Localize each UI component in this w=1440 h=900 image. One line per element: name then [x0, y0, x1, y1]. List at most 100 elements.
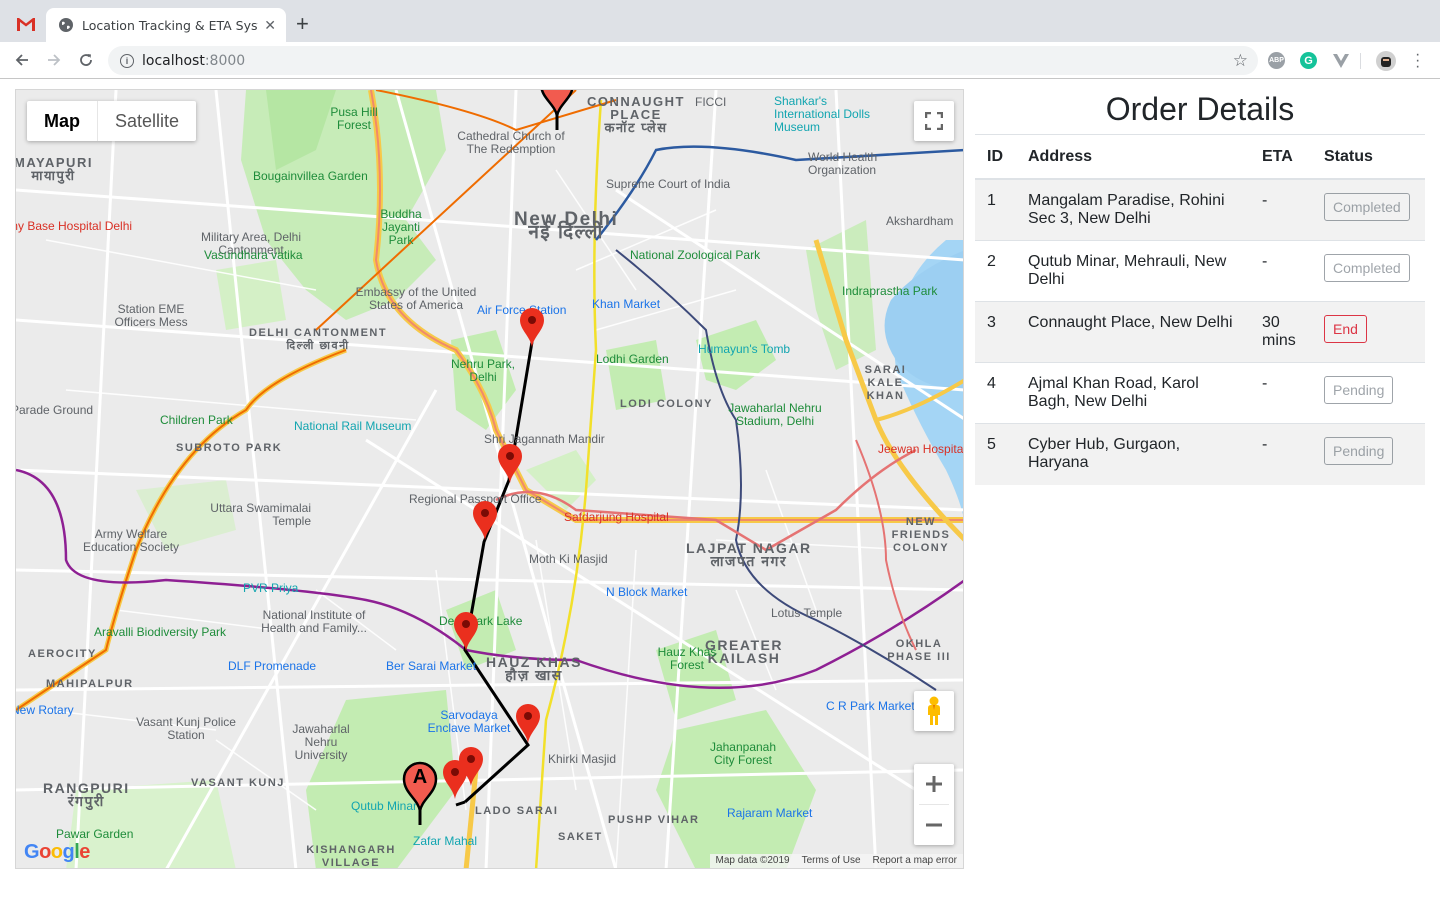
order-id: 1: [975, 178, 1016, 241]
route-waypoint-marker[interactable]: [496, 442, 524, 484]
map-type-map-button[interactable]: Map: [27, 101, 97, 141]
route-waypoint-marker[interactable]: [441, 758, 469, 800]
zoom-control: [914, 764, 954, 845]
browser-toolbar: i localhost:8000 ☆ ABP G · · ·: [0, 42, 1440, 79]
reload-icon: [80, 54, 92, 66]
order-eta: 30 mins: [1250, 301, 1312, 363]
status-pending-button[interactable]: Pending: [1324, 376, 1394, 404]
order-eta: -: [1250, 362, 1312, 424]
new-tab-button[interactable]: +: [296, 11, 309, 37]
zoom-out-button[interactable]: [914, 805, 954, 845]
map-label-supreme-court: Supreme Court of India: [606, 177, 731, 191]
map-label-uttara-swamimalai: Uttara Swamimalai Temple: [210, 501, 311, 528]
order-details-title: Order Details: [975, 89, 1425, 135]
close-tab-icon[interactable]: ✕: [264, 17, 276, 34]
map-label-lado-sarai: LADO SARAI: [475, 805, 559, 817]
terms-of-use-link[interactable]: Terms of Use: [796, 854, 867, 868]
arrow-right-icon: [48, 54, 61, 66]
map-label-lodi-colony: LODI COLONY: [620, 398, 713, 410]
map-label-buddha-jayanti: Buddha Jayanti Park: [380, 207, 422, 247]
map-label-station-eme: Station EME Officers Mess: [114, 302, 188, 329]
map-label-zoo: National Zoological Park: [630, 248, 761, 262]
map-label-aerocity: AEROCITY: [28, 648, 97, 660]
map-label-khan-market: Khan Market: [592, 297, 661, 311]
map-label-sarai-kale-khan: SARAI KALE KHAN: [864, 364, 907, 402]
order-details-panel: Order Details ID Address ETA Status 1 Ma…: [975, 89, 1425, 485]
back-button[interactable]: [12, 50, 32, 70]
order-address: Mangalam Paradise, Rohini Sec 3, New Del…: [1016, 178, 1250, 241]
gmail-tab-icon[interactable]: [14, 14, 38, 34]
globe-icon: [59, 18, 73, 32]
map-tiles: [16, 90, 963, 868]
browser-tab-active[interactable]: Location Tracking & ETA System ✕: [46, 8, 286, 42]
grammarly-icon[interactable]: G: [1300, 52, 1317, 69]
map-label-delhi-cantonment: DELHI CANTONMENT दिल्ली छावनी: [249, 327, 388, 352]
order-address: Qutub Minar, Mehrauli, New Delhi: [1016, 240, 1250, 302]
end-trip-button[interactable]: End: [1324, 315, 1367, 343]
order-id: 3: [975, 301, 1016, 363]
order-id: 2: [975, 240, 1016, 302]
map-label-lajpat-nagar: LAJPAT NAGAR लाजपत नगर: [686, 540, 812, 569]
map-label-nehru-park: Nehru Park, Delhi: [450, 357, 516, 384]
order-eta: -: [1250, 423, 1312, 485]
map-attribution: Map data ©2019 Terms of Use Report a map…: [709, 854, 963, 868]
map-label-vasant-kunj: VASANT KUNJ: [191, 777, 285, 789]
url-port: :8000: [204, 52, 246, 69]
column-header-address: Address: [1016, 135, 1250, 180]
order-id: 5: [975, 423, 1016, 485]
map-label-mahipalpur: MAHIPALPUR: [46, 678, 134, 690]
street-view-pegman[interactable]: [914, 691, 954, 731]
route-waypoint-marker[interactable]: [514, 702, 542, 744]
map-label-cr-park-market: C R Park Market: [826, 699, 915, 713]
google-logo[interactable]: Google: [24, 841, 90, 864]
profile-avatar[interactable]: [1376, 51, 1396, 71]
order-eta: -: [1250, 178, 1312, 241]
fullscreen-icon: [925, 112, 943, 130]
table-row: 2 Qutub Minar, Mehrauli, New Delhi - Com…: [975, 240, 1425, 302]
status-pending-button[interactable]: Pending: [1324, 437, 1394, 465]
end-marker-label: B: [539, 90, 575, 94]
map-label-connaught-place: CONNAUGHT PLACE कनॉट प्लेस: [587, 94, 685, 135]
map-label-new-friends-colony: NEW FRIENDS COLONY: [891, 516, 951, 554]
map-label-pvr-priya: PVR Priya: [243, 581, 299, 595]
route-waypoint-marker[interactable]: [518, 306, 546, 348]
map-label-hauz-khas: HAUZ KHAS हौज़ खास: [486, 654, 582, 683]
map-view[interactable]: MAYAPURI मायापुरी Pusa Hill Forest Cathed…: [15, 89, 964, 869]
map-label-zafar-mahal: Zafar Mahal: [413, 834, 478, 848]
zoom-in-button[interactable]: [914, 764, 954, 804]
address-bar[interactable]: i localhost:8000 ☆: [108, 46, 1258, 75]
pegman-icon: [928, 696, 940, 725]
map-label-ber-sarai: Ber Sarai Market: [386, 659, 477, 673]
status-completed-button[interactable]: Completed: [1324, 193, 1410, 221]
adblock-plus-icon[interactable]: ABP: [1268, 52, 1285, 69]
map-type-satellite-button[interactable]: Satellite: [97, 101, 196, 141]
map-label-jeewan-hospital: Jeewan Hospital: [878, 442, 964, 456]
map-label-subroto-park: SUBROTO PARK: [176, 442, 283, 454]
minus-icon: [926, 823, 942, 827]
column-header-id: ID: [975, 135, 1016, 180]
map-label-pushp-vihar: PUSHP VIHAR: [608, 814, 700, 826]
map-label-parade-ground: Parade Ground: [15, 403, 94, 417]
route-waypoint-marker[interactable]: [452, 610, 480, 652]
status-completed-button[interactable]: Completed: [1324, 254, 1410, 282]
map-label-kishangarh: KISHANGARH VILLAGE: [306, 844, 396, 869]
map-label-aravalli: Aravalli Biodiversity Park: [94, 625, 227, 639]
map-label-bougainvillea: Bougainvillea Garden: [253, 169, 368, 183]
map-label-dolls-museum: Shankar's International Dolls Museum: [774, 94, 871, 134]
order-address: Ajmal Khan Road, Karol Bagh, New Delhi: [1016, 362, 1250, 424]
map-label-ficci: FICCI: [695, 95, 727, 109]
report-map-error-link[interactable]: Report a map error: [867, 854, 963, 868]
reload-button[interactable]: [76, 50, 96, 70]
vue-devtools-icon[interactable]: [1332, 52, 1349, 69]
toolbar-divider: [1360, 53, 1361, 69]
fullscreen-button[interactable]: [914, 101, 954, 141]
browser-menu-icon[interactable]: · · ·: [1415, 47, 1420, 75]
forward-button[interactable]: [44, 50, 64, 70]
map-label-vasundhara: Vasundhara vatika: [204, 248, 303, 262]
route-waypoint-marker[interactable]: [471, 499, 499, 541]
start-marker-a[interactable]: A: [402, 761, 438, 827]
map-label-moth-ki-masjid: Moth Ki Masjid: [529, 552, 608, 566]
end-marker-b[interactable]: B: [539, 90, 575, 132]
bookmark-star-icon[interactable]: ☆: [1233, 51, 1248, 71]
info-icon[interactable]: i: [120, 53, 134, 68]
